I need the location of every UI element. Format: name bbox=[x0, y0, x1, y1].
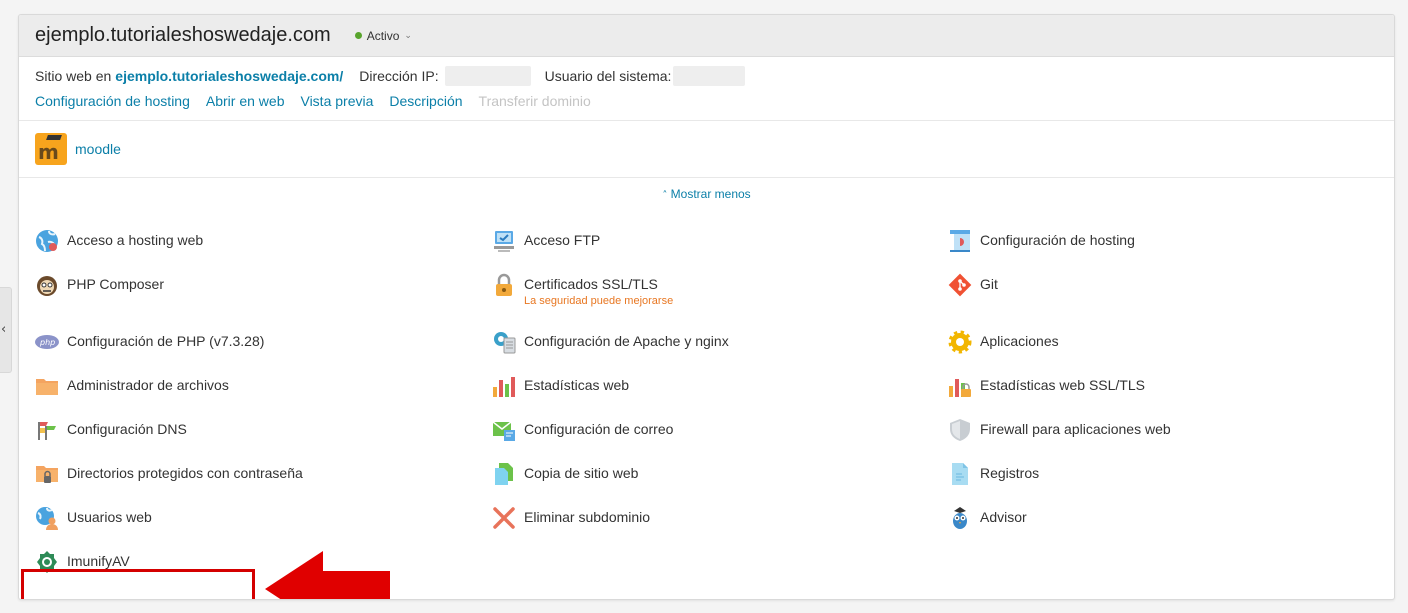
show-less-label: Mostrar menos bbox=[670, 187, 751, 201]
action-links: Configuración de hosting Abrir en web Vi… bbox=[35, 93, 1378, 109]
tool-web-users[interactable]: Usuarios web bbox=[35, 506, 152, 530]
tool-ssl-certificates[interactable]: Certificados SSL/TLS La seguridad puede … bbox=[492, 273, 673, 308]
tool-label: Acceso FTP bbox=[524, 232, 601, 248]
site-prefix: Sitio web en bbox=[35, 68, 112, 84]
chevron-left-icon: ‹ bbox=[1, 322, 7, 337]
web-users-icon bbox=[36, 507, 58, 530]
tool-label: Estadísticas web SSL/TLS bbox=[980, 377, 1145, 393]
ftp-icon bbox=[494, 231, 514, 252]
tool-label: Aplicaciones bbox=[980, 333, 1059, 349]
chevron-up-icon: ˄ bbox=[662, 190, 668, 201]
tool-git[interactable]: Git bbox=[948, 273, 998, 297]
padlock-icon bbox=[496, 273, 512, 296]
shield-icon bbox=[950, 419, 970, 441]
folder-icon bbox=[36, 379, 58, 395]
tool-label: Git bbox=[980, 276, 998, 292]
link-transfer-domain: Transferir dominio bbox=[478, 93, 591, 109]
tool-label: Directorios protegidos con contraseña bbox=[67, 465, 303, 481]
status-dot-icon bbox=[354, 32, 362, 39]
tool-label: PHP Composer bbox=[67, 276, 165, 292]
tool-web-app-firewall[interactable]: Firewall para aplicaciones web bbox=[948, 418, 1171, 442]
ip-value-redacted bbox=[444, 66, 531, 86]
installed-app-row: m moodle bbox=[19, 121, 1394, 178]
tool-label: Configuración de Apache y nginx bbox=[524, 333, 729, 349]
tool-label: Copia de sitio web bbox=[524, 465, 639, 481]
tool-label: Administrador de archivos bbox=[67, 377, 229, 393]
tool-file-manager[interactable]: Administrador de archivos bbox=[35, 374, 229, 398]
mail-icon bbox=[492, 421, 515, 441]
link-preview[interactable]: Vista previa bbox=[300, 93, 373, 109]
domain-title: ejemplo.tutorialeshoswedaje.com bbox=[35, 24, 331, 46]
composer-icon bbox=[37, 276, 57, 296]
tool-label: Eliminar subdominio bbox=[524, 509, 651, 525]
tool-label: Firewall para aplicaciones web bbox=[980, 421, 1171, 437]
tool-mail-settings[interactable]: Configuración de correo bbox=[492, 418, 673, 442]
tool-label: Certificados SSL/TLS bbox=[524, 276, 658, 292]
ip-label: Dirección IP: bbox=[359, 68, 439, 84]
red-arrow-icon bbox=[265, 551, 390, 599]
tool-advisor[interactable]: Advisor bbox=[948, 506, 1027, 530]
tool-label: Configuración de hosting bbox=[980, 232, 1135, 248]
tool-logs[interactable]: Registros bbox=[948, 462, 1039, 486]
hosting-config-icon bbox=[950, 230, 970, 252]
status-dropdown[interactable]: Activo ⌄ bbox=[354, 28, 412, 43]
tool-label: ImunifyAV bbox=[67, 553, 130, 569]
copy-icon bbox=[495, 463, 513, 485]
tool-label: Estadísticas web bbox=[524, 377, 630, 393]
link-open-web[interactable]: Abrir en web bbox=[206, 93, 285, 109]
user-label: Usuario del sistema: bbox=[544, 68, 672, 84]
app-link-moodle[interactable]: moodle bbox=[75, 141, 121, 157]
php-icon: php bbox=[35, 335, 59, 349]
tool-hosting-settings[interactable]: Configuración de hosting bbox=[948, 229, 1135, 253]
tool-applications[interactable]: Aplicaciones bbox=[948, 330, 1059, 354]
link-hosting-config[interactable]: Configuración de hosting bbox=[35, 93, 190, 109]
tool-protected-directories[interactable]: Directorios protegidos con contraseña bbox=[35, 462, 303, 486]
tool-delete-subdomain[interactable]: Eliminar subdominio bbox=[492, 506, 650, 530]
show-less-toggle[interactable]: ˄ Mostrar menos bbox=[19, 187, 1394, 201]
tool-label: Registros bbox=[980, 465, 1040, 481]
site-info: Sitio web en ejemplo.tutorialeshoswedaje… bbox=[19, 57, 1394, 121]
status-label: Activo bbox=[366, 28, 400, 43]
tool-php-settings[interactable]: php Configuración de PHP (v7.3.28) bbox=[35, 330, 264, 354]
tool-dns-settings[interactable]: Configuración DNS bbox=[35, 418, 187, 442]
apache-nginx-icon bbox=[494, 332, 516, 354]
link-description[interactable]: Descripción bbox=[389, 93, 462, 109]
tool-label: Configuración de correo bbox=[524, 421, 674, 437]
moodle-logo-icon: m bbox=[35, 133, 67, 165]
tool-ftp-access[interactable]: Acceso FTP bbox=[492, 229, 600, 253]
dns-flags-icon bbox=[38, 422, 56, 440]
tool-ssl-web-statistics[interactable]: Estadísticas web SSL/TLS bbox=[948, 374, 1145, 398]
delete-x-icon bbox=[493, 507, 515, 529]
side-panel-toggle[interactable]: ‹ bbox=[0, 287, 12, 373]
owl-icon bbox=[953, 507, 967, 529]
tool-label: Configuración DNS bbox=[67, 421, 187, 437]
bar-stats-icon bbox=[493, 377, 515, 397]
globe-icon bbox=[36, 230, 58, 252]
gear-icon bbox=[948, 330, 972, 354]
tool-label: Configuración de PHP (v7.3.28) bbox=[67, 333, 265, 349]
tool-label: Acceso a hosting web bbox=[67, 232, 204, 248]
site-link[interactable]: ejemplo.tutorialeshoswedaje.com/ bbox=[115, 68, 343, 84]
highlight-box bbox=[21, 569, 255, 599]
subscription-panel: ejemplo.tutorialeshoswedaje.com Activo ⌄… bbox=[18, 14, 1395, 600]
tool-web-hosting-access[interactable]: Acceso a hosting web bbox=[35, 229, 203, 253]
git-icon bbox=[948, 273, 972, 297]
logs-icon bbox=[952, 463, 968, 485]
tool-php-composer[interactable]: PHP Composer bbox=[35, 273, 164, 297]
tool-label: Advisor bbox=[980, 509, 1027, 525]
svg-text:php: php bbox=[39, 338, 55, 347]
locked-folder-icon bbox=[36, 466, 58, 483]
panel-header: ejemplo.tutorialeshoswedaje.com Activo ⌄ bbox=[19, 15, 1394, 57]
tool-website-copy[interactable]: Copia de sitio web bbox=[492, 462, 638, 486]
user-value-redacted bbox=[673, 66, 746, 86]
tool-web-statistics[interactable]: Estadísticas web bbox=[492, 374, 629, 398]
ssl-warning[interactable]: La seguridad puede mejorarse bbox=[524, 294, 673, 308]
chevron-down-icon: ⌄ bbox=[404, 30, 412, 41]
tool-apache-nginx[interactable]: Configuración de Apache y nginx bbox=[492, 330, 729, 354]
tool-label: Usuarios web bbox=[67, 509, 152, 525]
ssl-stats-icon bbox=[949, 379, 971, 397]
